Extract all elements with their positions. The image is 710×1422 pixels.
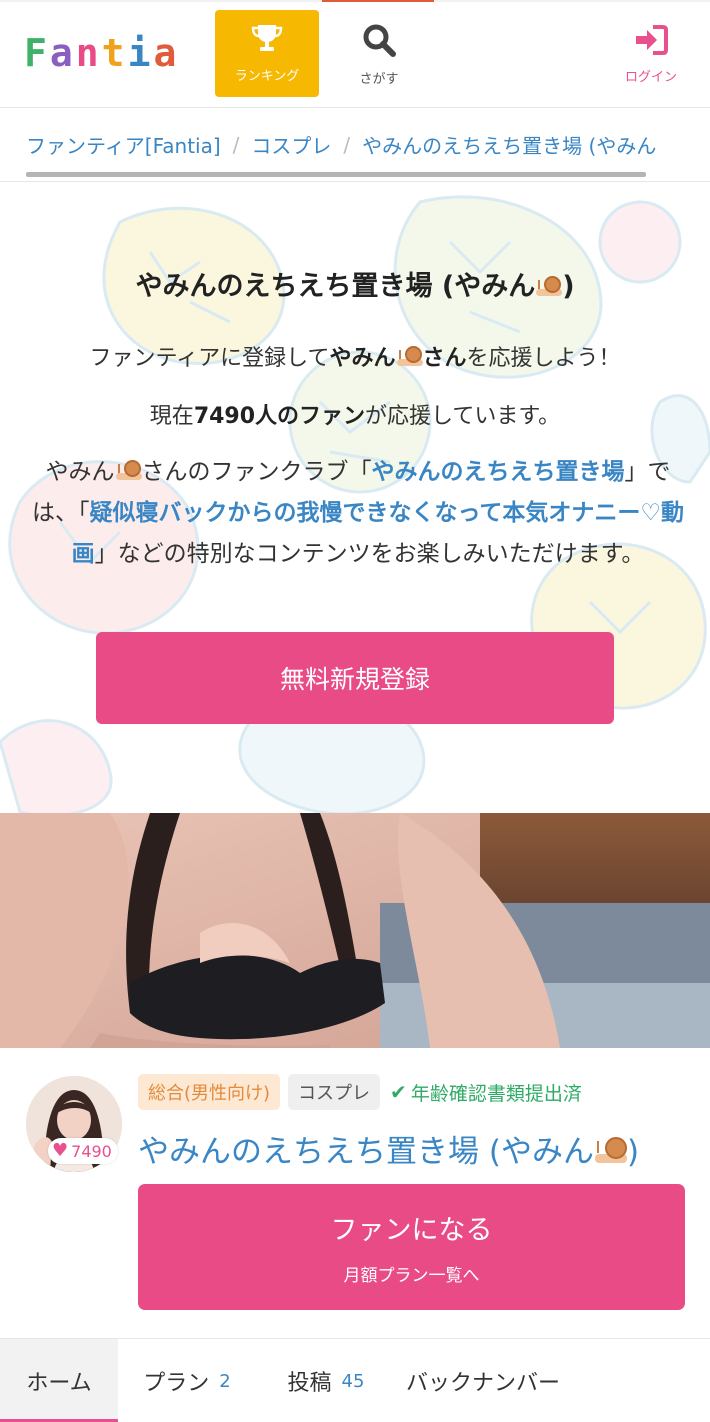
site-header: Fantia ランキング さがす ログイン <box>0 0 710 108</box>
logo-letter: t <box>101 31 126 75</box>
tab-back-number[interactable]: バックナンバー <box>396 1339 570 1422</box>
login-label: ログイン <box>624 69 677 85</box>
login-button[interactable]: ログイン <box>605 12 697 96</box>
search-icon <box>361 22 397 62</box>
breadcrumb-item-fanclub[interactable]: やみんのえちえち置き場 (やみん <box>362 130 656 159</box>
tag-list: 総合(男性向け) コスプレ ✔ 年齢確認書類提出済 <box>138 1074 584 1110</box>
fanclub-name[interactable]: やみんのえちえち置き場 (やみん) <box>138 1126 708 1171</box>
ranking-button[interactable]: ランキング <box>215 10 319 97</box>
tab-home[interactable]: ホーム <box>0 1339 118 1422</box>
fantia-logo[interactable]: Fantia <box>24 31 178 75</box>
snail-emoji-icon <box>536 276 563 298</box>
fan-count-badge: ♥ 7490 <box>48 1138 118 1164</box>
intro-title: やみんのえちえち置き場 (やみん) <box>135 271 575 302</box>
cover-image <box>0 813 710 1048</box>
breadcrumb-item-cosplay[interactable]: コスプレ <box>251 130 331 159</box>
breadcrumb-separator: / <box>343 132 351 157</box>
tab-posts[interactable]: 投稿 45 <box>256 1339 396 1422</box>
search-button[interactable]: さがす <box>330 12 428 96</box>
profile-section: ♥ 7490 総合(男性向け) コスプレ ✔ 年齢確認書類提出済 やみんのえちえ… <box>0 1048 710 1338</box>
logo-letter: a <box>49 31 74 75</box>
breadcrumb-separator: / <box>232 132 240 157</box>
intro-section: やみんのえちえち置き場 (やみん) ファンティアに登録してやみん さんを応援しよう… <box>0 182 710 813</box>
tab-plan[interactable]: プラン 2 <box>118 1339 256 1422</box>
search-label: さがす <box>359 71 399 87</box>
breadcrumb-scrollbar[interactable] <box>26 172 646 177</box>
logo-letter: i <box>127 31 152 75</box>
intro-description: やみん さんのファンクラブ「やみんのえちえち置き場」では、「疑似寝バックからの我慢… <box>32 459 684 567</box>
check-icon: ✔ <box>390 1080 407 1104</box>
snail-emoji-icon <box>115 460 142 482</box>
logo-letter: F <box>24 31 48 75</box>
logo-letter: n <box>75 31 100 75</box>
tag-general-male[interactable]: 総合(男性向け) <box>138 1074 281 1110</box>
snail-emoji-icon <box>594 1137 627 1165</box>
tag-cosplay[interactable]: コスプレ <box>288 1074 381 1110</box>
fan-count: 7490 <box>71 1141 112 1161</box>
heart-icon: ♥ <box>52 1140 69 1161</box>
breadcrumb: ファンティア[Fantia] / コスプレ / やみんのえちえち置き場 (やみん <box>0 108 710 182</box>
snail-emoji-icon <box>396 346 423 368</box>
fanclub-link[interactable]: やみんのえちえち置き場 <box>372 459 625 485</box>
sign-in-icon <box>633 24 669 60</box>
fanclub-tabs: ホーム プラン 2 投稿 45 バックナンバー <box>0 1338 710 1422</box>
posts-count: 45 <box>341 1370 365 1392</box>
age-verified-badge: ✔ 年齢確認書類提出済 <box>388 1074 584 1110</box>
become-fan-label: ファンになる <box>330 1215 493 1246</box>
breadcrumb-item-fantia[interactable]: ファンティア[Fantia] <box>26 130 221 159</box>
intro-fan-count-text: 現在7490人のファンが応援しています。 <box>149 404 561 429</box>
monthly-plan-list-label: 月額プラン一覧へ <box>343 1266 480 1286</box>
age-verified-label: 年齢確認書類提出済 <box>410 1082 582 1105</box>
plan-count: 2 <box>219 1370 231 1392</box>
free-register-button[interactable]: 無料新規登録 <box>96 632 614 724</box>
ranking-label: ランキング <box>234 69 300 84</box>
logo-letter: a <box>153 31 178 75</box>
trophy-icon <box>250 23 284 59</box>
intro-register-text: ファンティアに登録してやみん さんを応援しよう！ <box>89 346 621 371</box>
header-topline <box>0 0 710 2</box>
become-fan-button[interactable]: ファンになる 月額プラン一覧へ <box>138 1184 685 1310</box>
